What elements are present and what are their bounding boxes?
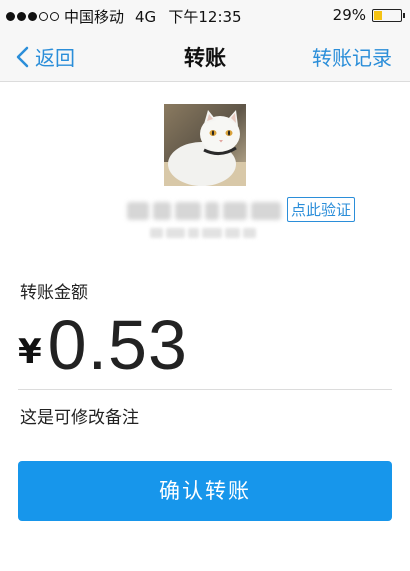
battery-percent: 29% bbox=[332, 6, 366, 24]
recipient-account-redacted bbox=[150, 228, 256, 240]
amount-value: 0.53 bbox=[47, 306, 188, 384]
amount-label: 转账金额 bbox=[20, 283, 88, 303]
amount-divider bbox=[18, 389, 392, 390]
cat-avatar-icon bbox=[164, 104, 246, 186]
recipient-name-redacted bbox=[127, 199, 282, 223]
status-right: 29% bbox=[332, 6, 405, 24]
amount-input[interactable]: ¥ 0.53 bbox=[18, 310, 188, 380]
status-bar: 中国移动 4G 下午12:35 29% bbox=[0, 0, 410, 30]
battery-icon bbox=[372, 8, 405, 22]
transfer-history-link[interactable]: 转账记录 bbox=[312, 42, 392, 71]
remark-field[interactable]: 这是可修改备注 bbox=[20, 403, 139, 428]
nav-bar: 返回 转账 转账记录 bbox=[0, 30, 410, 82]
verify-recipient-button[interactable]: 点此验证 bbox=[287, 197, 356, 222]
confirm-transfer-button[interactable]: 确认转账 bbox=[18, 461, 392, 521]
recipient-avatar[interactable] bbox=[164, 104, 246, 186]
currency-symbol: ¥ bbox=[18, 332, 42, 372]
transfer-panel: 点此验证 转账金额 ¥ 0.53 这是可修改备注 确认转账 bbox=[0, 82, 410, 571]
